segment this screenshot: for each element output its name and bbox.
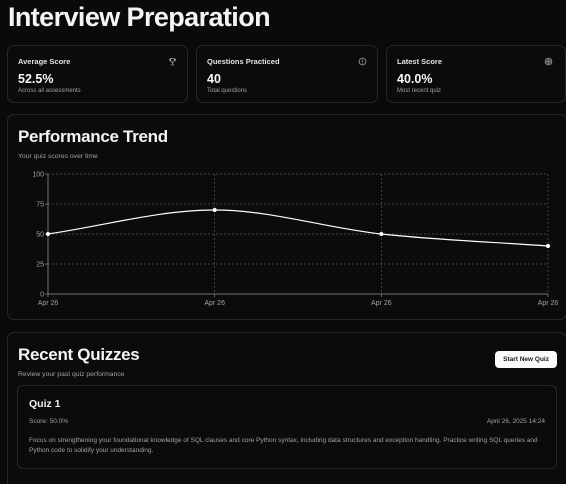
trophy-icon bbox=[167, 56, 177, 66]
stat-value: 52.5% bbox=[18, 72, 54, 86]
stat-card-latest-score: Latest Score 40.0% Most recent quiz bbox=[386, 45, 566, 103]
y-tick-label: 0 bbox=[40, 292, 44, 299]
stat-subtitle: Across all assessments bbox=[18, 88, 81, 94]
data-point bbox=[379, 232, 384, 236]
quiz-card[interactable]: Quiz 1 Score: 50.0% April 26, 2025 14:24… bbox=[17, 385, 557, 469]
stat-title: Questions Practiced bbox=[207, 56, 280, 66]
series-line bbox=[47, 209, 549, 247]
stat-card-questions-practiced: Questions Practiced 40 Total questions bbox=[196, 45, 378, 103]
stat-subtitle: Total questions bbox=[207, 88, 248, 94]
quiz-description: Focus on strengthening your foundational… bbox=[29, 437, 538, 454]
start-new-quiz-button[interactable]: Start New Quiz bbox=[495, 351, 557, 368]
performance-trend-card: Performance Trend Your quiz scores over … bbox=[7, 114, 566, 320]
page-title: Interview Preparation bbox=[8, 2, 271, 32]
recent-quizzes-card: Recent Quizzes Review your past quiz per… bbox=[7, 332, 566, 484]
recent-quizzes-subtitle: Review your past quiz performance bbox=[18, 371, 125, 378]
y-tick-label: 75 bbox=[36, 202, 44, 209]
y-tick-label: 100 bbox=[32, 172, 44, 179]
stat-title: Average Score bbox=[18, 56, 71, 66]
info-icon bbox=[357, 56, 367, 66]
y-tick-label: 50 bbox=[36, 232, 44, 239]
stat-card-average-score: Average Score 52.5% Across all assessmen… bbox=[7, 45, 188, 103]
data-point bbox=[212, 208, 217, 212]
x-tick-label: Apr 26 bbox=[38, 300, 59, 307]
x-tick-label: Apr 26 bbox=[538, 300, 559, 307]
performance-line-chart: 1007550250Apr 26 Apr 26 Apr 26 Apr 26 bbox=[32, 172, 559, 308]
quiz-title: Quiz 1 bbox=[29, 398, 61, 410]
recent-quizzes-title: Recent Quizzes bbox=[18, 345, 140, 364]
x-tick-label: Apr 26 bbox=[204, 300, 225, 307]
x-tick-label: Apr 26 bbox=[371, 300, 392, 307]
performance-trend-subtitle: Your quiz scores over time bbox=[18, 153, 98, 160]
target-icon bbox=[543, 56, 553, 66]
stat-title: Latest Score bbox=[397, 56, 443, 66]
y-tick-label: 25 bbox=[36, 262, 44, 269]
quiz-score: Score: 50.0% bbox=[29, 418, 69, 425]
stat-subtitle: Most recent quiz bbox=[397, 88, 442, 94]
quiz-date: April 26, 2025 14:24 bbox=[486, 418, 545, 425]
performance-trend-title: Performance Trend bbox=[18, 127, 168, 146]
data-point bbox=[46, 232, 50, 236]
data-point bbox=[546, 244, 550, 248]
stat-value: 40 bbox=[207, 72, 221, 86]
stat-value: 40.0% bbox=[397, 72, 433, 86]
